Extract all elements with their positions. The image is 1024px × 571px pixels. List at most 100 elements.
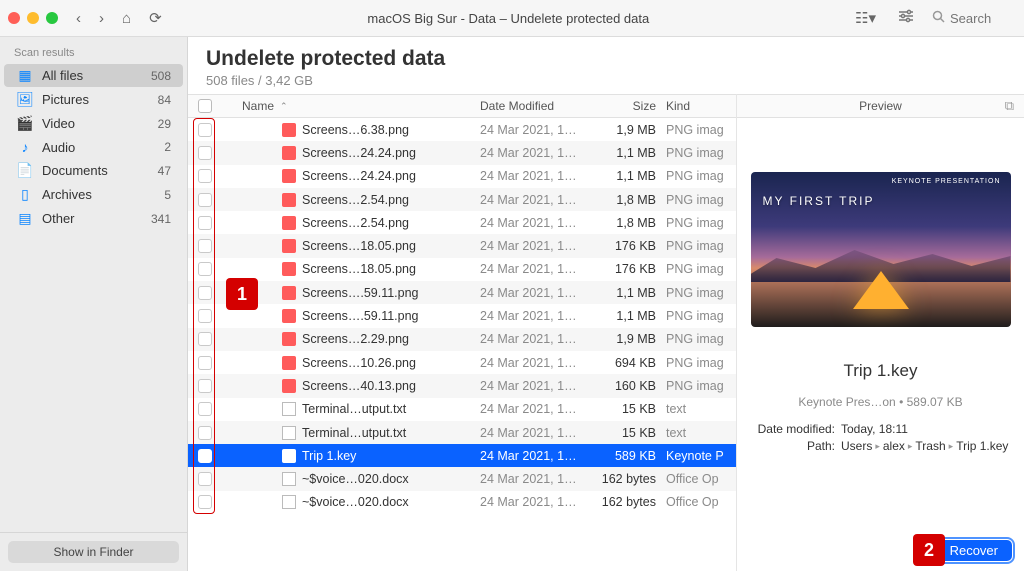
- sidebar-item-documents[interactable]: 📄Documents47: [4, 159, 183, 182]
- table-row[interactable]: Trip 1.key24 Mar 2021, 1…589 KBKeynote P: [188, 444, 736, 467]
- sidebar-item-label: Other: [42, 211, 151, 226]
- file-date: 24 Mar 2021, 1…: [480, 262, 586, 276]
- table-row[interactable]: Screens…24.24.png24 Mar 2021, 1…1,1 MBPN…: [188, 141, 736, 164]
- table-row[interactable]: ~$voice…020.docx24 Mar 2021, 1…162 bytes…: [188, 467, 736, 490]
- col-size[interactable]: Size: [586, 99, 666, 113]
- sidebar-item-icon: 🖼: [16, 91, 34, 108]
- sidebar-item-count: 84: [158, 93, 171, 107]
- row-checkbox[interactable]: [198, 449, 212, 463]
- sidebar-item-icon: ▯: [16, 186, 34, 203]
- file-name: ~$voice…020.docx: [302, 472, 409, 486]
- table-row[interactable]: Screens….59.11.png24 Mar 2021, 1…1,1 MBP…: [188, 281, 736, 304]
- file-date: 24 Mar 2021, 1…: [480, 332, 586, 346]
- sidebar-item-archives[interactable]: ▯Archives5: [4, 183, 183, 206]
- table-row[interactable]: ~$voice…020.docx24 Mar 2021, 1…162 bytes…: [188, 491, 736, 514]
- row-checkbox[interactable]: [198, 169, 212, 183]
- home-button[interactable]: ⌂: [118, 10, 135, 27]
- recover-button[interactable]: Recover: [936, 540, 1012, 561]
- file-date: 24 Mar 2021, 1…: [480, 356, 586, 370]
- file-size: 1,1 MB: [586, 146, 666, 160]
- search-box[interactable]: [932, 10, 1012, 26]
- col-name[interactable]: Name⌃: [222, 99, 480, 113]
- file-date: 24 Mar 2021, 1…: [480, 309, 586, 323]
- file-name: ~$voice…020.docx: [302, 495, 409, 509]
- table-row[interactable]: Terminal…utput.txt24 Mar 2021, 1…15 KBte…: [188, 398, 736, 421]
- row-checkbox[interactable]: [198, 379, 212, 393]
- row-checkbox[interactable]: [198, 332, 212, 346]
- file-date: 24 Mar 2021, 1…: [480, 193, 586, 207]
- row-checkbox[interactable]: [198, 123, 212, 137]
- file-name: Screens…6.38.png: [302, 123, 409, 137]
- row-checkbox[interactable]: [198, 426, 212, 440]
- col-kind[interactable]: Kind: [666, 99, 736, 113]
- preview-title: Preview: [859, 99, 902, 113]
- file-kind: PNG imag: [666, 332, 736, 346]
- table-row[interactable]: Screens…2.29.png24 Mar 2021, 1…1,9 MBPNG…: [188, 328, 736, 351]
- sidebar-item-label: Documents: [42, 163, 158, 178]
- file-icon: [282, 379, 296, 393]
- row-checkbox[interactable]: [198, 356, 212, 370]
- file-size: 1,1 MB: [586, 169, 666, 183]
- table-row[interactable]: Screens…18.05.png24 Mar 2021, 1…176 KBPN…: [188, 258, 736, 281]
- sidebar-item-all-files[interactable]: ▦All files508: [4, 64, 183, 87]
- row-checkbox[interactable]: [198, 216, 212, 230]
- minimize-window[interactable]: [27, 12, 39, 24]
- file-size: 1,9 MB: [586, 332, 666, 346]
- table-row[interactable]: Screens…24.24.png24 Mar 2021, 1…1,1 MBPN…: [188, 165, 736, 188]
- row-checkbox[interactable]: [198, 309, 212, 323]
- file-name: Screens…40.13.png: [302, 379, 416, 393]
- file-date: 24 Mar 2021, 1…: [480, 426, 586, 440]
- preview-path-value: Users▸alex▸Trash▸Trip 1.key: [841, 439, 1010, 453]
- show-in-finder-button[interactable]: Show in Finder: [8, 541, 179, 563]
- file-name: Screens…2.54.png: [302, 216, 409, 230]
- copy-preview-icon[interactable]: ⧉: [1005, 98, 1014, 114]
- annotation-callout-2: 2: [913, 534, 945, 566]
- table-row[interactable]: Screens…10.26.png24 Mar 2021, 1…694 KBPN…: [188, 351, 736, 374]
- file-size: 1,8 MB: [586, 216, 666, 230]
- file-kind: PNG imag: [666, 123, 736, 137]
- sidebar-item-count: 5: [164, 188, 171, 202]
- row-checkbox[interactable]: [198, 146, 212, 160]
- sidebar-item-icon: 📄: [16, 162, 34, 179]
- row-checkbox[interactable]: [198, 472, 212, 486]
- sort-asc-icon: ⌃: [280, 101, 288, 112]
- file-name: Screens….59.11.png: [302, 286, 419, 300]
- table-row[interactable]: Screens…2.54.png24 Mar 2021, 1…1,8 MBPNG…: [188, 188, 736, 211]
- row-checkbox[interactable]: [198, 262, 212, 276]
- table-row[interactable]: Screens…2.54.png24 Mar 2021, 1…1,8 MBPNG…: [188, 211, 736, 234]
- row-checkbox[interactable]: [198, 193, 212, 207]
- file-size: 1,9 MB: [586, 123, 666, 137]
- sidebar-item-audio[interactable]: ♪Audio2: [4, 136, 183, 158]
- row-checkbox[interactable]: [198, 495, 212, 509]
- row-checkbox[interactable]: [198, 239, 212, 253]
- history-icon[interactable]: ⟳: [145, 9, 166, 27]
- table-row[interactable]: Screens…18.05.png24 Mar 2021, 1…176 KBPN…: [188, 234, 736, 257]
- file-size: 1,1 MB: [586, 286, 666, 300]
- file-date: 24 Mar 2021, 1…: [480, 239, 586, 253]
- preview-date-label: Date modified:: [751, 422, 841, 436]
- sidebar-item-video[interactable]: 🎬Video29: [4, 112, 183, 135]
- row-checkbox[interactable]: [198, 286, 212, 300]
- search-input[interactable]: [950, 11, 1010, 26]
- table-row[interactable]: Terminal…utput.txt24 Mar 2021, 1…15 KBte…: [188, 421, 736, 444]
- table-row[interactable]: Screens….59.11.png24 Mar 2021, 1…1,1 MBP…: [188, 304, 736, 327]
- table-row[interactable]: Screens…6.38.png24 Mar 2021, 1…1,9 MBPNG…: [188, 118, 736, 141]
- file-icon: [282, 449, 296, 463]
- close-window[interactable]: [8, 12, 20, 24]
- sidebar-item-pictures[interactable]: 🖼Pictures84: [4, 88, 183, 111]
- file-name: Terminal…utput.txt: [302, 426, 406, 440]
- zoom-window[interactable]: [46, 12, 58, 24]
- back-button[interactable]: ‹: [72, 10, 85, 27]
- table-row[interactable]: Screens…40.13.png24 Mar 2021, 1…160 KBPN…: [188, 374, 736, 397]
- forward-button[interactable]: ›: [95, 10, 108, 27]
- select-all-checkbox[interactable]: [198, 99, 212, 113]
- col-date-modified[interactable]: Date Modified: [480, 99, 586, 113]
- file-size: 1,8 MB: [586, 193, 666, 207]
- file-size: 176 KB: [586, 262, 666, 276]
- sidebar-item-other[interactable]: ▤Other341: [4, 207, 183, 230]
- filter-settings-icon[interactable]: [894, 9, 918, 27]
- file-size: 694 KB: [586, 356, 666, 370]
- file-icon: [282, 402, 296, 416]
- view-options-icon[interactable]: ☷▾: [851, 9, 880, 27]
- row-checkbox[interactable]: [198, 402, 212, 416]
